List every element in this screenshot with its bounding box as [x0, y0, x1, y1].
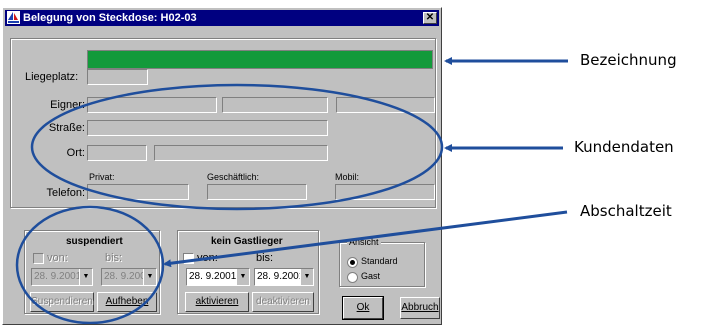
ansicht-standard-radio[interactable]: [347, 257, 358, 268]
telefon-label: Telefon:: [46, 187, 85, 199]
strasse-field[interactable]: [87, 120, 328, 136]
aktivieren-button[interactable]: aktivieren: [185, 292, 249, 312]
annotation-kundendaten: Kundendaten: [574, 138, 674, 156]
deaktivieren-button[interactable]: deaktivieren: [252, 292, 314, 312]
chevron-down-icon: ▼: [143, 269, 156, 285]
eigner-field-2[interactable]: [222, 97, 328, 113]
chevron-down-icon: ▼: [79, 269, 92, 285]
ok-button[interactable]: Ok: [342, 296, 384, 320]
suspendiert-von-date-value: 28. 9.2001: [34, 271, 82, 282]
window-title: Belegung von Steckdose: H02-03: [23, 12, 197, 24]
mobil-label: Mobil:: [335, 172, 360, 182]
eigner-label: Eigner:: [50, 99, 85, 111]
gastlieger-bis-date[interactable]: 28. 9.2001 ▼: [254, 268, 314, 286]
annotation-bezeichnung: Bezeichnung: [580, 51, 677, 69]
chevron-down-icon: ▼: [300, 269, 313, 285]
phone-mobile-field[interactable]: [335, 184, 435, 200]
suspendiert-bis-date[interactable]: 28. 9.2001 ▼: [101, 268, 157, 286]
chevron-down-icon: ▼: [236, 269, 249, 285]
aufheben-button[interactable]: Aufheben: [97, 292, 157, 312]
close-button[interactable]: ✕: [423, 12, 437, 24]
suspendieren-button[interactable]: Suspendieren: [30, 292, 94, 312]
gastlieger-von-date[interactable]: 28. 9.2001 ▼: [186, 268, 250, 286]
ansicht-gast-radio[interactable]: [347, 272, 358, 283]
suspendiert-bis-label: bis:: [105, 252, 123, 264]
ansicht-standard-label: Standard: [361, 256, 398, 266]
privat-label: Privat:: [89, 172, 115, 182]
annotation-abschaltzeit: Abschaltzeit: [580, 202, 672, 220]
eigner-field-1[interactable]: [87, 97, 217, 113]
eigner-field-3[interactable]: [336, 97, 435, 113]
phone-business-field[interactable]: [207, 184, 307, 200]
liegeplatz-label: Liegeplatz:: [25, 71, 79, 83]
gastlieger-von-label: von:: [197, 252, 218, 264]
close-icon: ✕: [425, 12, 435, 23]
gastlieger-title: kein Gastlieger: [211, 236, 283, 247]
ansicht-gast-label: Gast: [361, 271, 381, 281]
sailboat-icon: [7, 11, 20, 24]
name-bar: [87, 50, 433, 69]
gastlieger-von-date-value: 28. 9.2001: [189, 271, 237, 282]
plz-field[interactable]: [87, 145, 147, 161]
ansicht-title: Ansicht: [347, 237, 381, 247]
phone-private-field[interactable]: [87, 184, 189, 200]
dialog-window: Belegung von Steckdose: H02-03 ✕ Liegepl…: [2, 7, 442, 325]
gastlieger-bis-label: bis:: [256, 252, 274, 264]
ort-field[interactable]: [154, 145, 328, 161]
gastlieger-von-checkbox[interactable]: [183, 253, 194, 264]
strasse-label: Straße:: [48, 122, 85, 134]
gastlieger-bis-date-value: 28. 9.2001: [257, 271, 305, 282]
suspendiert-von-label: von:: [47, 252, 68, 264]
suspendiert-von-date[interactable]: 28. 9.2001 ▼: [31, 268, 93, 286]
geschaeftlich-label: Geschäftlich:: [207, 172, 260, 182]
suspendiert-title: suspendiert: [66, 236, 123, 247]
abbruch-button[interactable]: Abbruch: [400, 297, 440, 319]
liegeplatz-field[interactable]: [87, 69, 148, 85]
suspendiert-von-checkbox[interactable]: [33, 253, 44, 264]
ort-label: Ort:: [66, 147, 85, 159]
title-bar: Belegung von Steckdose: H02-03 ✕: [5, 10, 439, 26]
